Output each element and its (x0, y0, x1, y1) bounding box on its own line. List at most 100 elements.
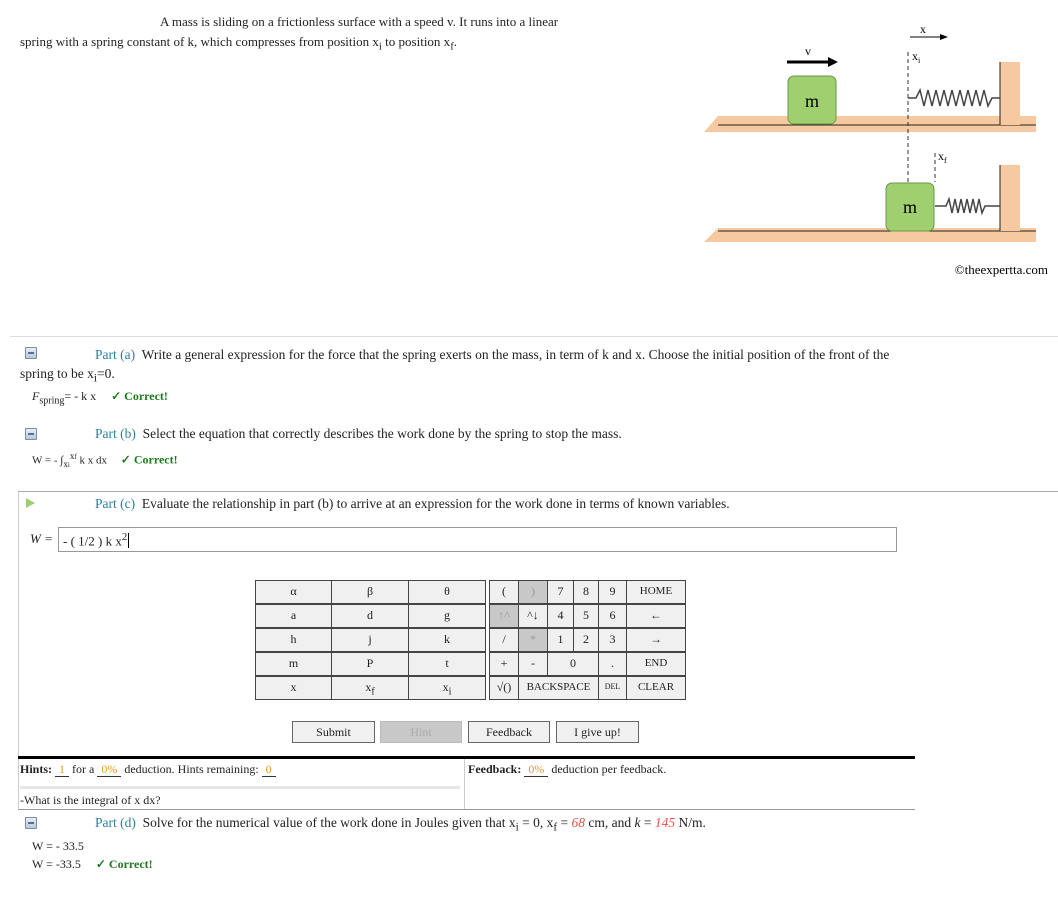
key-1-0[interactable]: ↑^ (489, 604, 519, 628)
part-c-label: Part (c) (95, 496, 136, 511)
key-var[interactable]: g (408, 604, 486, 628)
key-row4-4[interactable]: END (626, 652, 686, 676)
text: = - k x (64, 389, 97, 403)
key-row4-1[interactable]: - (518, 652, 548, 676)
hints-count: 1 (55, 762, 70, 777)
part-d-answer-2: W = -33.5 ✓ Correct! (32, 857, 153, 872)
mass-label-top: m (805, 91, 819, 111)
key-1-1[interactable]: ^↓ (518, 604, 548, 628)
key-0-4[interactable]: 9 (598, 580, 627, 604)
clear-key[interactable]: CLEAR (626, 676, 686, 700)
key-2-2[interactable]: 1 (547, 628, 574, 652)
key-0-5[interactable]: HOME (626, 580, 686, 604)
key-1-3[interactable]: 5 (573, 604, 599, 628)
mass-label-bottom: m (903, 197, 917, 217)
key-row4-2[interactable]: 0 (547, 652, 599, 676)
copyright: ©theexpertta.com (955, 262, 1048, 277)
text: N/m. (675, 815, 706, 830)
key-2-3[interactable]: 2 (573, 628, 599, 652)
sub: i (67, 460, 70, 469)
feedback-label: Feedback: (468, 762, 522, 776)
text: cm, and (585, 815, 635, 830)
velocity-label: v (805, 44, 811, 58)
key-2-1[interactable]: * (518, 628, 548, 652)
part-b-answer: W = - ∫xixf k x dx ✓ Correct! (32, 451, 178, 469)
answer-input[interactable]: - ( 1/2 ) k x2 (58, 527, 897, 552)
collapse-icon[interactable] (25, 817, 37, 829)
text: for a (72, 762, 95, 776)
key-var[interactable]: m (255, 652, 332, 676)
key-2-4[interactable]: 3 (598, 628, 627, 652)
text: spring to be x (20, 366, 94, 381)
key-0-2[interactable]: 7 (547, 580, 574, 604)
part-b-text: Select the equation that correctly descr… (142, 426, 622, 441)
feedback-deduction: 0% (524, 762, 549, 777)
divider (18, 756, 915, 759)
spring-diagram: m m v x xi xf ©theexpertta.com (704, 22, 1048, 277)
divider (20, 786, 460, 789)
xi-label: xi (912, 49, 921, 65)
xf-value: 68 (571, 815, 586, 830)
x-axis-label: x (920, 22, 926, 36)
key-var[interactable]: k (408, 628, 486, 652)
submit-button[interactable]: Submit (292, 721, 375, 743)
key-2-5[interactable]: → (626, 628, 686, 652)
hint-text: -What is the integral of x dx? (20, 793, 161, 807)
correct-status: ✓ Correct! (111, 389, 168, 403)
part-b-label: Part (b) (95, 426, 136, 441)
key-2-0[interactable]: / (489, 628, 519, 652)
cursor (128, 533, 130, 549)
key-0-1[interactable]: ) (518, 580, 548, 604)
feedback-button[interactable]: Feedback (468, 721, 550, 743)
part-d-label: Part (d) (95, 815, 136, 830)
problem-statement: A mass is sliding on a frictionless surf… (20, 12, 680, 57)
key-1-4[interactable]: 6 (598, 604, 627, 628)
hint-button[interactable]: Hint (380, 721, 462, 743)
key-var[interactable]: h (255, 628, 332, 652)
hints-label: Hints: (20, 762, 53, 776)
key-var[interactable]: a (255, 604, 332, 628)
problem-line-2: spring with a spring constant of k, whic… (20, 34, 379, 49)
hints-info: Hints: 1 for a 0% deduction. Hints remai… (20, 762, 276, 777)
text: = (557, 815, 572, 830)
key-0-3[interactable]: 8 (573, 580, 599, 604)
text: =0. (97, 366, 115, 381)
key-var[interactable]: xf (331, 676, 409, 700)
del-key[interactable]: DEL (598, 676, 627, 700)
key-var[interactable]: j (331, 628, 409, 652)
key-var[interactable]: x (255, 676, 332, 700)
correct-status: ✓ Correct! (120, 452, 178, 467)
play-icon (26, 498, 35, 508)
key-var[interactable]: θ (408, 580, 486, 604)
key-var[interactable]: β (331, 580, 409, 604)
key-var[interactable]: P (331, 652, 409, 676)
key-0-0[interactable]: ( (489, 580, 519, 604)
key-var[interactable]: d (331, 604, 409, 628)
part-c-text: Evaluate the relationship in part (b) to… (141, 496, 730, 511)
backspace-key[interactable]: BACKSPACE (518, 676, 599, 700)
part-d-prompt: Part (d) Solve for the numerical value o… (95, 815, 706, 834)
text: W = - ∫ (32, 454, 64, 467)
text: k x dx (76, 454, 108, 467)
give-up-button[interactable]: I give up! (556, 721, 639, 743)
key-var[interactable]: α (255, 580, 332, 604)
key-row4-0[interactable]: + (489, 652, 519, 676)
feedback-info: Feedback: 0% deduction per feedback. (468, 762, 666, 777)
correct-status: ✓ Correct! (95, 857, 153, 871)
key-1-5[interactable]: ← (626, 604, 686, 628)
sup: 2 (121, 531, 128, 543)
key-var[interactable]: xi (408, 676, 486, 700)
text: deduction. Hints remaining: (124, 762, 259, 776)
collapse-icon[interactable] (25, 428, 37, 440)
problem-line-1: A mass is sliding on a frictionless surf… (160, 14, 559, 29)
k-value: 145 (654, 815, 676, 830)
hints-remaining: 0 (261, 762, 276, 777)
sqrt-key[interactable]: √() (489, 676, 519, 700)
key-var[interactable]: t (408, 652, 486, 676)
text: = 0, x (518, 815, 554, 830)
part-a-prompt: Part (a) Write a general expression for … (20, 345, 1050, 389)
key-1-2[interactable]: 4 (547, 604, 574, 628)
key-row4-3[interactable]: . (598, 652, 627, 676)
part-a-answer: Fspring= - k x ✓ Correct! (32, 389, 168, 406)
part-d-answer-1: W = - 33.5 (32, 839, 84, 853)
